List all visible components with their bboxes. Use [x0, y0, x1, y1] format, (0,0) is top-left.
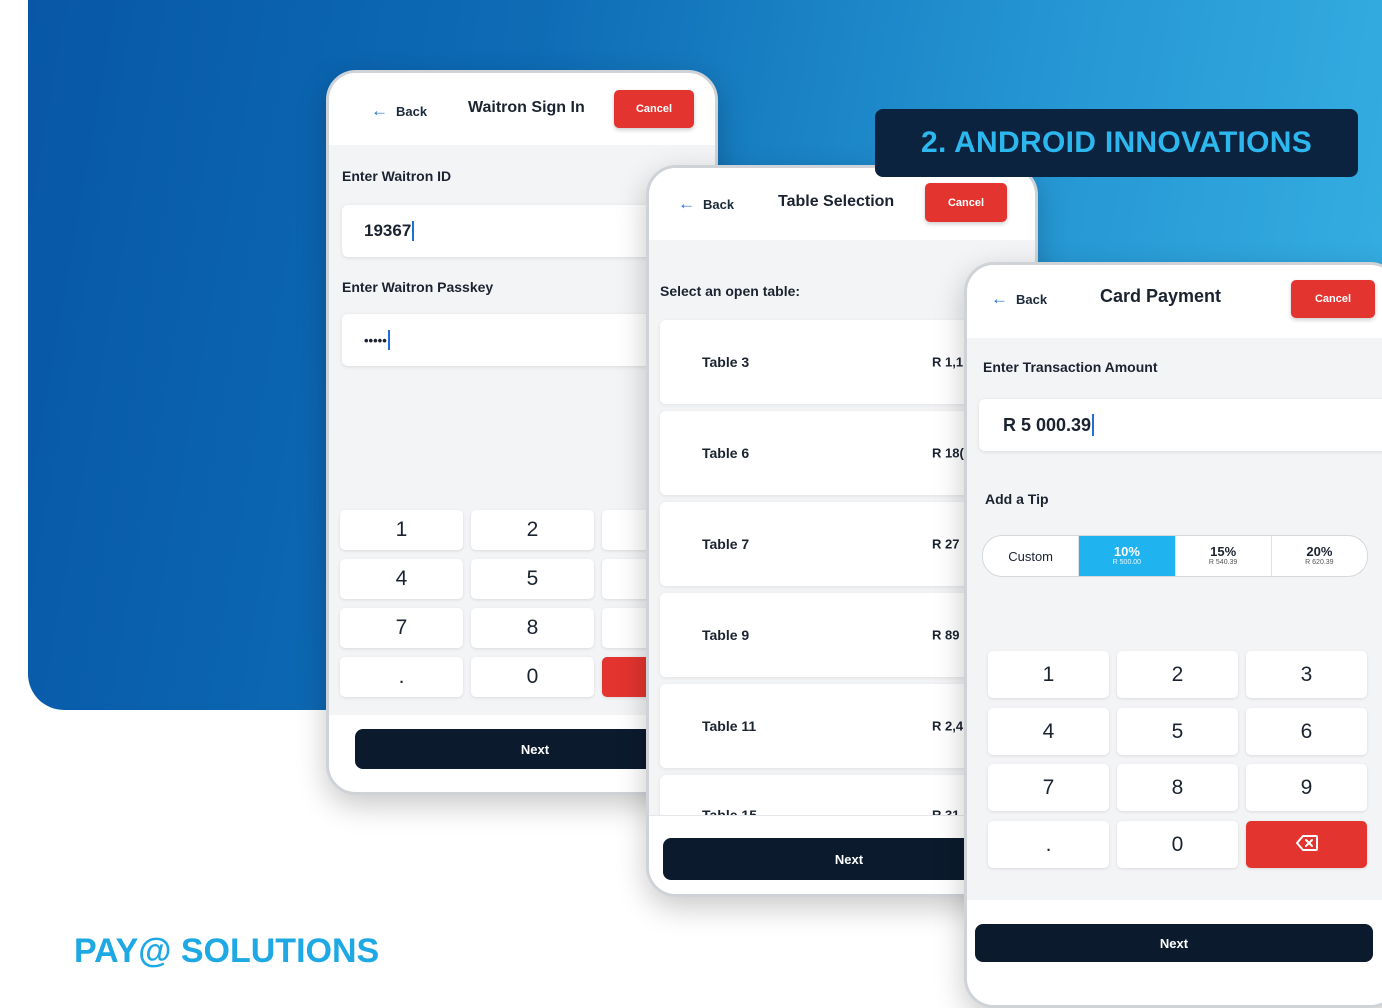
tip-amount: R 500.00	[1112, 559, 1142, 566]
key-0[interactable]: 0	[471, 657, 594, 697]
key-6[interactable]: 6	[1246, 708, 1367, 755]
key-8[interactable]: 8	[471, 608, 594, 648]
next-button[interactable]: Next	[975, 924, 1373, 962]
key-7[interactable]: 7	[340, 608, 463, 648]
table-name: Table 6	[702, 445, 750, 461]
select-table-prompt: Select an open table:	[660, 283, 801, 299]
key-5[interactable]: 5	[471, 559, 594, 599]
tip-percent: 10%	[1113, 544, 1140, 559]
key-7[interactable]: 7	[988, 764, 1109, 811]
back-label: Back	[396, 103, 428, 119]
tip-option-custom[interactable]: Custom	[983, 536, 1080, 576]
key-5[interactable]: 5	[1117, 708, 1238, 755]
key-1[interactable]: 1	[340, 510, 463, 550]
key-2[interactable]: 2	[471, 510, 594, 550]
tip-option-20[interactable]: 20% R 620.39	[1272, 536, 1367, 576]
table-amount: R 18(	[932, 445, 964, 461]
key-9[interactable]: 9	[1246, 764, 1367, 811]
key-dot[interactable]: .	[988, 821, 1109, 868]
arrow-left-icon: ←	[678, 194, 695, 213]
tip-option-15[interactable]: 15% R 540.39	[1176, 536, 1272, 576]
transaction-amount-value: R 5 000.39	[1003, 414, 1092, 435]
tip-amount: R 620.39	[1305, 559, 1334, 566]
waitron-passkey-value: •••••	[364, 332, 387, 348]
key-dot[interactable]: .	[340, 657, 463, 697]
tip-percent: 20%	[1306, 544, 1333, 559]
waitron-passkey-label: Enter Waitron Passkey	[342, 279, 494, 295]
back-button[interactable]: ← Back	[991, 289, 1047, 309]
key-2[interactable]: 2	[1117, 651, 1238, 698]
header: ← Back Table Selection Cancel	[649, 168, 1035, 240]
waitron-id-label: Enter Waitron ID	[342, 168, 452, 184]
tip-custom-label: Custom	[1008, 548, 1054, 564]
waitron-id-value: 19367	[364, 221, 412, 240]
tip-selector: Custom 10% R 500.00 15% R 540.39 20% R 6…	[982, 535, 1368, 577]
tip-amount: R 540.39	[1208, 559, 1238, 566]
phone-card-payment: ← Back Card Payment Cancel Enter Transac…	[964, 262, 1382, 1008]
page-title: Waitron Sign In	[468, 99, 585, 116]
add-tip-label: Add a Tip	[985, 491, 1049, 507]
delete-key[interactable]	[1246, 821, 1367, 868]
table-amount: R 89	[932, 627, 960, 643]
backspace-icon	[1295, 833, 1318, 857]
table-amount: R 1,1!	[932, 354, 968, 370]
table-amount: R 27	[932, 536, 960, 552]
key-1[interactable]: 1	[988, 651, 1109, 698]
key-8[interactable]: 8	[1117, 764, 1238, 811]
tip-option-10[interactable]: 10% R 500.00	[1079, 536, 1176, 576]
arrow-left-icon: ←	[371, 101, 388, 120]
cancel-button[interactable]: Cancel	[1291, 280, 1375, 318]
tip-percent: 15%	[1210, 544, 1237, 559]
key-4[interactable]: 4	[988, 708, 1109, 755]
section-badge: 2. ANDROID INNOVATIONS	[875, 109, 1358, 177]
back-button[interactable]: ← Back	[678, 194, 734, 214]
key-0[interactable]: 0	[1117, 821, 1238, 868]
table-name: Table 9	[702, 627, 750, 643]
key-3[interactable]: 3	[1246, 651, 1367, 698]
cancel-button[interactable]: Cancel	[925, 183, 1007, 222]
brand-title: PAY@ SOLUTIONS	[74, 932, 380, 970]
table-name: Table 3	[702, 354, 750, 370]
cancel-button[interactable]: Cancel	[614, 90, 694, 128]
page-title: Card Payment	[1100, 286, 1222, 306]
key-4[interactable]: 4	[340, 559, 463, 599]
back-label: Back	[703, 196, 735, 212]
arrow-left-icon: ←	[991, 289, 1008, 308]
header: ← Back Card Payment Cancel	[967, 265, 1382, 338]
table-name: Table 11	[702, 718, 757, 734]
transaction-amount-label: Enter Transaction Amount	[983, 359, 1158, 375]
table-name: Table 7	[702, 536, 750, 552]
table-amount: R 2,4	[932, 718, 964, 734]
back-button[interactable]: ← Back	[371, 101, 427, 121]
page-title: Table Selection	[778, 193, 895, 210]
back-label: Back	[1016, 291, 1048, 307]
header: ← Back Waitron Sign In Cancel	[329, 73, 715, 145]
transaction-amount-input[interactable]: R 5 000.39	[979, 399, 1382, 451]
